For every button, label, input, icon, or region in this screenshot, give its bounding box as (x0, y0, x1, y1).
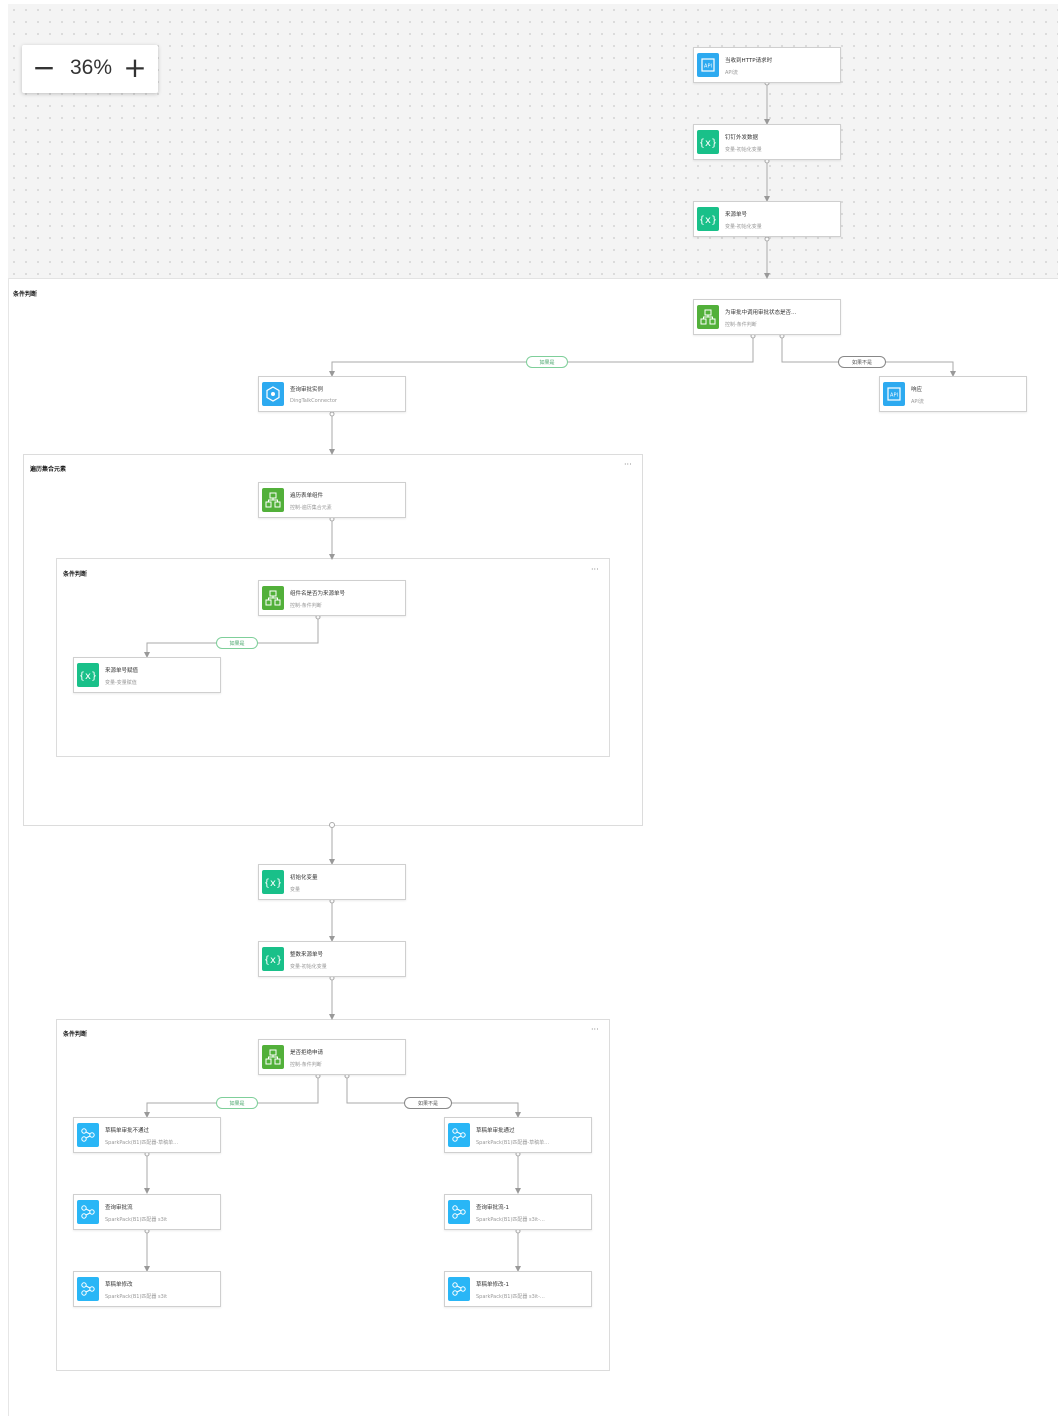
flow-node-left-3[interactable]: 草稿单修改 SparkPack(B1)匹配器 s3it (73, 1271, 221, 1307)
flow-node-right-1[interactable]: 草稿单审批通过 SparkPack(B1)匹配器-草稿单… (444, 1117, 592, 1153)
svg-text:API: API (704, 64, 712, 70)
zoom-level: 36% (69, 56, 113, 79)
spark-icon (77, 1277, 99, 1301)
flow-node-check-reject[interactable]: 是否拒绝申请 控制-条件判断 (258, 1039, 406, 1075)
flow-node-left-2[interactable]: 查询审批流 SparkPack(B1)匹配器 s3it (73, 1194, 221, 1230)
api-icon: API (697, 53, 719, 77)
node-title: 草稿单修改 (105, 1282, 133, 1288)
zoom-in-button[interactable]: + (121, 53, 149, 83)
api-icon: API (883, 382, 905, 406)
node-subtitle: SparkPack(B1)匹配器 s3it-… (476, 1217, 545, 1223)
node-title: 草稿单审批通过 (476, 1128, 515, 1134)
svg-text:API: API (890, 393, 898, 399)
node-subtitle: SparkPack(B1)匹配器 s3it (105, 1294, 168, 1300)
flow-node-return-node[interactable]: API 响应 API流 (879, 376, 1027, 412)
zoom-out-button[interactable]: − (30, 53, 58, 83)
flow-node-init-var[interactable]: {x} 初始化变量变量 (258, 864, 406, 900)
branch-no-pill[interactable]: 如果不是 (404, 1097, 452, 1109)
svg-text:{x}: {x} (265, 878, 281, 889)
control-icon (262, 1045, 284, 1069)
node-title: 钉钉外发数据 (725, 135, 759, 141)
spark-icon (448, 1277, 470, 1301)
variable-icon: {x} (697, 130, 719, 154)
node-title: 查询审批流 (105, 1205, 133, 1211)
branch-yes-pill[interactable]: 如果是 (216, 1097, 258, 1109)
spark-icon (448, 1200, 470, 1224)
branch-yes-pill[interactable]: 如果是 (216, 637, 258, 649)
node-subtitle: 控制-条件判断 (290, 1062, 322, 1068)
branch-no-pill[interactable]: 如果不是 (838, 356, 886, 368)
flow-node-dingtalk-form[interactable]: {x} 钉钉外发数据变量-初始化变量 (693, 124, 841, 160)
node-title: 为审批中调用审批状态是否… (725, 310, 797, 316)
node-title: 来源单号赋值 (105, 668, 139, 674)
flow-node-right-3[interactable]: 草稿单修改-1 SparkPack(B1)匹配器 s3it-… (444, 1271, 592, 1307)
node-subtitle: API流 (911, 399, 924, 405)
zoom-control: − 36% + (22, 45, 158, 93)
node-subtitle: 控制-条件判断 (290, 603, 322, 609)
spark-icon (448, 1123, 470, 1147)
variable-icon: {x} (697, 207, 719, 231)
svg-text:{x}: {x} (265, 955, 281, 966)
branch-yes-pill[interactable]: 如果是 (526, 356, 568, 368)
node-subtitle: 变量-初始化变量 (725, 224, 762, 230)
node-title: 初始化变量 (290, 875, 318, 881)
node-subtitle: 控制-条件判断 (725, 322, 757, 328)
spark-icon (77, 1123, 99, 1147)
node-title: 草稿单审批不通过 (105, 1128, 150, 1134)
flow-node-assign-source[interactable]: {x} 来源单号赋值变量-变量赋值 (73, 657, 221, 693)
node-subtitle: 变量-初始化变量 (725, 147, 762, 153)
node-subtitle: API流 (725, 70, 738, 76)
variable-icon: {x} (262, 870, 284, 894)
node-title: 遍历表单组件 (290, 493, 324, 499)
node-subtitle: 变量 (290, 887, 301, 893)
flow-node-left-1[interactable]: 草稿单审批不通过 SparkPack(B1)匹配器-草稿单… (73, 1117, 221, 1153)
svg-text:{x}: {x} (80, 671, 96, 682)
flow-canvas[interactable]: 条件判断 遍历集合元素 ··· 条件判断 ··· 条件判断 ··· 如果是 如果… (0, 0, 1058, 1416)
node-subtitle: SparkPack(B1)匹配器 s3it (105, 1217, 168, 1223)
node-subtitle: DingTalkConnector (290, 398, 337, 404)
node-subtitle: 变量-初始化变量 (290, 964, 327, 970)
node-title: 查询审批流-1 (476, 1205, 509, 1211)
node-title: 查询审批实例 (290, 387, 324, 393)
node-title: 草稿单修改-1 (476, 1282, 509, 1288)
flow-node-int-source[interactable]: {x} 整数来源单号变量-初始化变量 (258, 941, 406, 977)
control-icon (262, 488, 284, 512)
flow-node-check-component[interactable]: 组件名是否为来源单号 控制-条件判断 (258, 580, 406, 616)
node-subtitle: SparkPack(B1)匹配器-草稿单… (105, 1140, 179, 1146)
flow-node-check-status[interactable]: 为审批中调用审批状态是否… 控制-条件判断 (693, 299, 841, 335)
spark-icon (77, 1200, 99, 1224)
flow-node-http-request[interactable]: API 当收到HTTP请求时 API流 (693, 47, 841, 83)
node-subtitle: 控制-遍历集合元素 (290, 505, 332, 511)
node-title: 来源单号 (725, 212, 748, 218)
connector-icon (262, 382, 284, 406)
node-title: 整数来源单号 (290, 952, 324, 958)
svg-text:{x}: {x} (700, 138, 716, 149)
node-title: 组件名是否为来源单号 (290, 591, 346, 597)
flow-node-right-2[interactable]: 查询审批流-1 SparkPack(B1)匹配器 s3it-… (444, 1194, 592, 1230)
svg-text:{x}: {x} (700, 215, 716, 226)
flow-node-loop-form[interactable]: 遍历表单组件控制-遍历集合元素 (258, 482, 406, 518)
flow-node-query-instance[interactable]: 查询审批实例 DingTalkConnector (258, 376, 406, 412)
node-subtitle: SparkPack(B1)匹配器-草稿单… (476, 1140, 550, 1146)
node-title: 是否拒绝申请 (290, 1050, 324, 1056)
control-icon (697, 305, 719, 329)
control-icon (262, 586, 284, 610)
variable-icon: {x} (77, 663, 99, 687)
variable-icon: {x} (262, 947, 284, 971)
node-title: 当收到HTTP请求时 (725, 58, 773, 64)
node-subtitle: SparkPack(B1)匹配器 s3it-… (476, 1294, 545, 1300)
node-title: 响应 (911, 387, 923, 393)
flow-node-source-no[interactable]: {x} 来源单号变量-初始化变量 (693, 201, 841, 237)
node-subtitle: 变量-变量赋值 (105, 680, 137, 686)
